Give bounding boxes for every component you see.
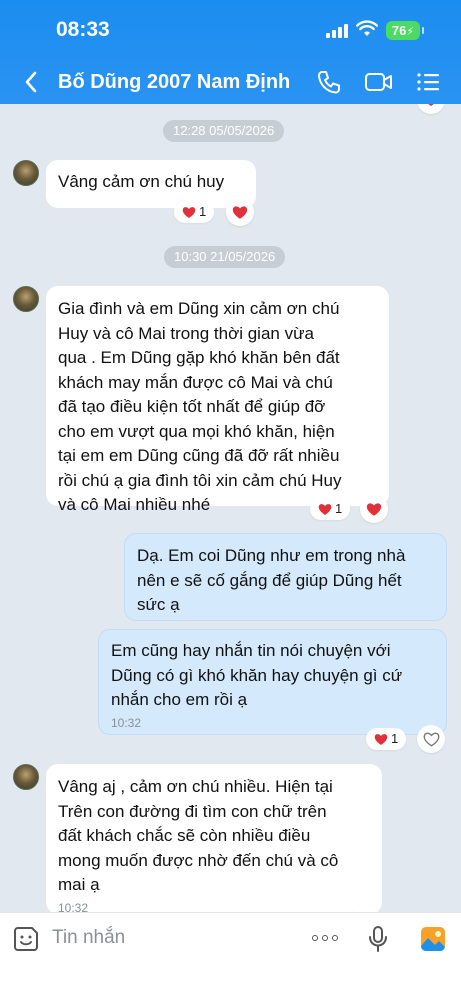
sender-avatar[interactable] (13, 764, 39, 790)
gallery-icon[interactable] (420, 926, 446, 952)
message-line: Gia đình và em Dũng xin cảm ơn chú (58, 299, 340, 318)
heart-icon (366, 502, 382, 516)
heart-icon (182, 206, 196, 218)
chat-header: 08:33 76⚡ Bố Dũng 2007 Nam Định (0, 0, 461, 104)
reaction-button[interactable] (417, 725, 445, 753)
message-line: sức ạ (137, 595, 180, 614)
video-call-icon[interactable] (364, 71, 394, 93)
message-list[interactable]: 12:28 05/05/2026 Vâng cảm ơn chú huy 1 1… (0, 104, 461, 912)
sender-avatar[interactable] (13, 286, 39, 312)
cellular-signal-icon (326, 22, 348, 38)
phone-call-icon[interactable] (316, 69, 342, 95)
reaction-button[interactable] (417, 104, 445, 114)
message-line: khách may mắn được cô Mai và chú (58, 372, 333, 392)
message-text: Vâng cảm ơn chú huy (58, 172, 225, 191)
message-line: mai ạ (58, 875, 100, 894)
message-line: đã tạo điều kiện tốt nhất để giúp đỡ (58, 397, 326, 416)
heart-icon (232, 205, 248, 219)
heart-icon (318, 503, 332, 515)
message-bubble-incoming[interactable]: Vâng aj , cảm ơn chú nhiều. Hiện tại Trê… (46, 764, 382, 912)
message-line: Vâng aj , cảm ơn chú nhiều. Hiện tại (58, 777, 333, 796)
more-options-icon[interactable] (312, 935, 338, 941)
reaction-count-number: 1 (391, 731, 399, 746)
date-separator: 10:30 21/05/2026 (164, 246, 286, 268)
reaction-button[interactable] (226, 198, 254, 226)
message-bubble-outgoing[interactable]: Dạ. Em coi Dũng như em trong nhà nên e s… (124, 533, 447, 621)
message-line: Huy và cô Mai trong thời gian vừa (58, 323, 314, 343)
message-line: tại em em Dũng cũng đã đỡ rất nhiều (58, 446, 340, 465)
microphone-icon[interactable] (368, 925, 388, 953)
message-line: nên e sẽ cố gắng để giúp Dũng hết (137, 570, 402, 590)
wifi-icon (356, 20, 378, 36)
reaction-button[interactable] (360, 495, 388, 523)
sticker-icon[interactable] (12, 925, 40, 953)
battery-indicator: 76⚡ (386, 21, 424, 40)
message-bubble-incoming[interactable]: Vâng cảm ơn chú huy (46, 160, 256, 208)
message-line: qua . Em Dũng gặp khó khăn bên đất (58, 348, 340, 367)
message-line: Trên con đường đi tìm con chữ trên (58, 801, 327, 821)
heart-icon (428, 104, 434, 106)
message-line: cho em vượt qua mọi khó khăn, hiện (58, 421, 335, 441)
reaction-count-number: 1 (199, 204, 207, 219)
message-bubble-outgoing[interactable]: Em cũng hay nhắn tin nói chuyện với Dũng… (98, 629, 447, 735)
message-bubble-incoming[interactable]: Gia đình và em Dũng xin cảm ơn chú Huy v… (46, 286, 389, 514)
message-line: mong muốn được nhờ đến chú và cô (58, 850, 339, 870)
reaction-count[interactable]: 1 (310, 498, 351, 520)
message-input[interactable]: Tin nhắn (52, 927, 125, 949)
nav-bar: Bố Dũng 2007 Nam Định (0, 60, 461, 104)
heart-outline-icon (423, 732, 439, 747)
date-separator: 12:28 05/05/2026 (163, 120, 285, 142)
reaction-count[interactable]: 1 (366, 728, 407, 750)
message-time: 10:32 (58, 900, 89, 913)
back-arrow-icon[interactable] (22, 68, 40, 96)
message-line: đất khách chắc sẽ còn nhiều điều (58, 826, 311, 845)
reaction-count-number: 1 (335, 501, 343, 516)
message-line: rồi chú ạ gia đình tôi xin cảm chú Huy (58, 470, 342, 490)
battery-level: 76 (391, 23, 407, 38)
message-line: Dạ. Em coi Dũng như em trong nhà (137, 546, 406, 565)
message-line: Em cũng hay nhắn tin nói chuyện với (111, 641, 391, 660)
status-time: 08:33 (56, 18, 110, 41)
message-line: nhắn cho em rồi ạ (111, 690, 248, 709)
reaction-count[interactable]: 1 (174, 201, 215, 223)
heart-icon (374, 733, 388, 745)
message-line: Dũng có gì khó khăn hay chuyện gì cứ (111, 665, 403, 685)
conversation-title[interactable]: Bố Dũng 2007 Nam Định (58, 71, 290, 94)
sender-avatar[interactable] (13, 160, 39, 186)
message-input-bar: Tin nhắn (0, 912, 461, 1000)
menu-list-icon[interactable] (416, 70, 440, 94)
status-bar: 08:33 76⚡ (0, 0, 461, 56)
